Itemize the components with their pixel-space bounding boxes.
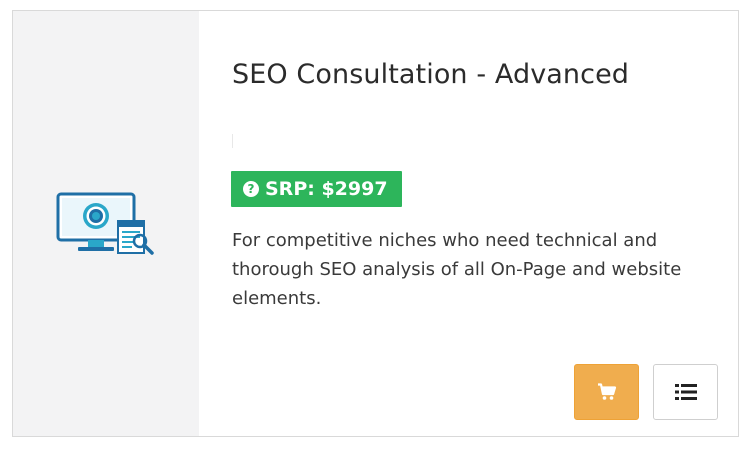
product-description: For competitive niches who need technica… [232, 230, 682, 309]
monitor-target-icon [56, 192, 154, 255]
divider-mark [232, 134, 233, 148]
question-circle-icon[interactable]: ? [243, 181, 259, 197]
price-label: SRP: $2997 [265, 178, 388, 200]
card-actions [574, 364, 718, 420]
product-image-panel [13, 11, 199, 436]
details-list-button[interactable] [653, 364, 718, 420]
add-to-cart-button[interactable] [574, 364, 639, 420]
product-title: SEO Consultation - Advanced [232, 59, 630, 90]
shopping-cart-icon [597, 383, 616, 400]
product-details: SEO Consultation - Advanced ? SRP: $2997… [199, 11, 738, 436]
product-card: SEO Consultation - Advanced ? SRP: $2997… [12, 10, 739, 437]
price-badge: ? SRP: $2997 [231, 171, 402, 207]
list-icon [674, 384, 697, 400]
